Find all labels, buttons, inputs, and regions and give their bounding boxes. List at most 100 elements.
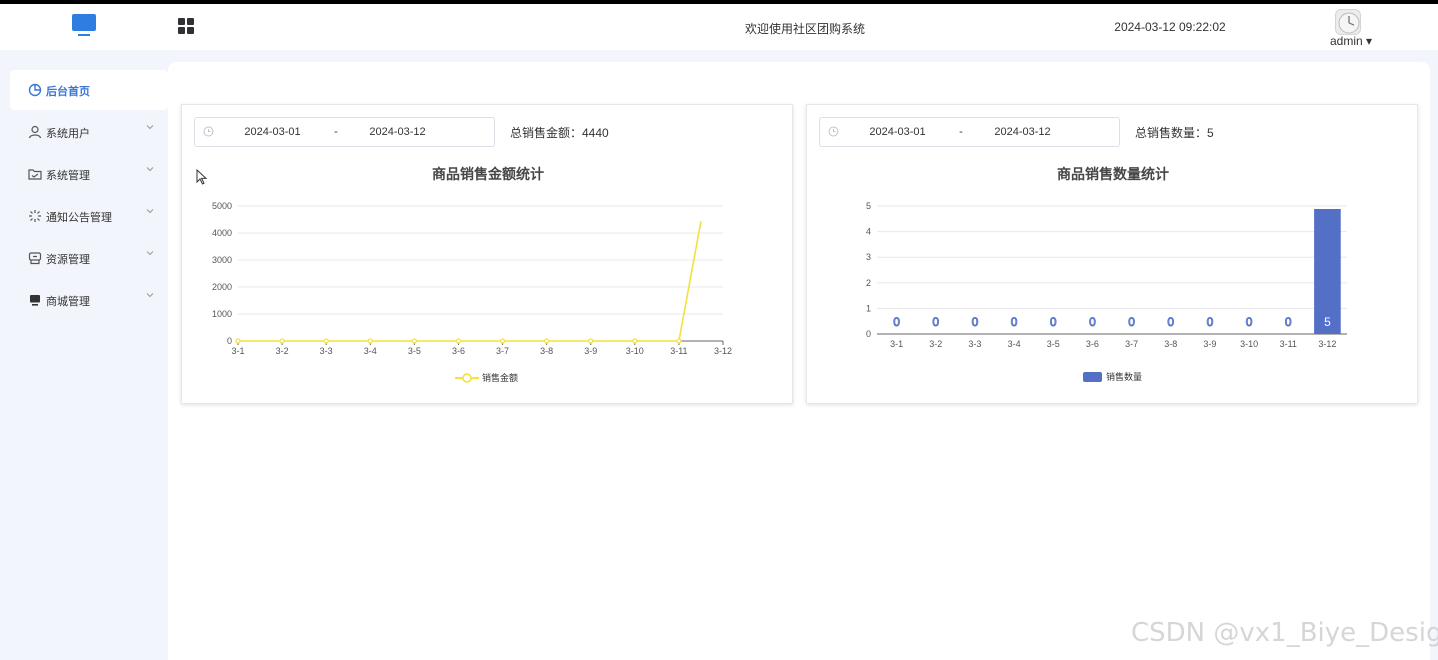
data-point — [279, 338, 285, 344]
x-tick-label: 3-8 — [540, 346, 553, 356]
bar-data-label: 0 — [1128, 315, 1135, 329]
x-tick-label: 3-12 — [1318, 339, 1336, 349]
sidebar-item-mall-management[interactable]: 商城管理 — [10, 280, 168, 320]
data-point — [632, 338, 638, 344]
x-tick-label: 3-6 — [452, 346, 465, 356]
user-icon — [28, 125, 42, 139]
x-tick-label: 3-5 — [408, 346, 421, 356]
monitor-icon — [30, 295, 40, 306]
chevron-down-icon — [146, 125, 154, 130]
y-tick-label: 5 — [866, 201, 871, 211]
y-tick-label: 2000 — [212, 282, 232, 292]
sidebar-item-label: 后台首页 — [46, 86, 90, 98]
x-tick-label: 3-5 — [1047, 339, 1060, 349]
data-point — [367, 338, 373, 344]
chevron-down-icon — [146, 251, 154, 256]
x-tick-label: 3-10 — [626, 346, 644, 356]
sidebar-item-label: 商城管理 — [46, 296, 90, 308]
box-icon — [28, 252, 42, 265]
sidebar-item-notice-management[interactable]: 通知公告管理 — [10, 196, 168, 236]
sidebar-item-label: 通知公告管理 — [46, 212, 112, 224]
y-tick-label: 4000 — [212, 228, 232, 238]
data-point — [411, 338, 417, 344]
x-tick-label: 3-3 — [320, 346, 333, 356]
y-tick-label: 5000 — [212, 201, 232, 211]
bar-data-label: 5 — [1324, 315, 1331, 329]
y-tick-label: 1000 — [212, 309, 232, 319]
x-tick-label: 3-10 — [1240, 339, 1258, 349]
sidebar-item-home[interactable]: 后台首页 — [10, 70, 168, 110]
data-point — [499, 338, 506, 344]
pie-chart-icon — [28, 83, 42, 97]
x-tick-label: 3-2 — [929, 339, 942, 349]
sun-icon — [29, 210, 41, 222]
x-tick-label: 3-8 — [1164, 339, 1177, 349]
sidebar-item-label: 系统用户 — [46, 128, 90, 140]
x-tick-label: 3-4 — [1008, 339, 1021, 349]
x-tick-label: 3-2 — [276, 346, 289, 356]
sidebar-item-label: 资源管理 — [46, 254, 90, 266]
x-tick-label: 3-9 — [1203, 339, 1216, 349]
sales-quantity-chart: 0123453-103-203-303-403-503-603-703-803-… — [866, 201, 1347, 382]
bar-data-label: 0 — [1285, 315, 1292, 329]
sidebar-item-system-management[interactable]: 系统管理 — [10, 154, 168, 194]
x-tick-label: 3-4 — [364, 346, 377, 356]
chevron-down-icon — [146, 209, 154, 214]
legend-swatch — [1083, 372, 1102, 382]
sales-quantity-card: 2024-03-01 - 2024-03-12 总销售数量：5 商品销售数量统计… — [806, 104, 1418, 404]
bar-data-label: 0 — [1050, 315, 1057, 329]
x-tick-label: 3-6 — [1086, 339, 1099, 349]
y-tick-label: 4 — [866, 227, 871, 237]
sidebar-item-label: 系统管理 — [46, 170, 90, 182]
series-line — [238, 220, 702, 342]
legend-marker — [462, 373, 472, 383]
data-point — [588, 338, 594, 344]
folder-icon — [28, 169, 42, 180]
sidebar: 后台首页 系统用户 系统管理 通知公告管理 资源管理 商城管理 — [0, 50, 168, 660]
watermark: CSDN @vx1_Biye_Design — [1131, 618, 1438, 648]
y-tick-label: 2 — [866, 278, 871, 288]
sales-amount-card: 2024-03-01 - 2024-03-12 总销售金额：4440 商品销售金… — [181, 104, 793, 404]
legend-label: 销售数量 — [1106, 371, 1142, 382]
data-point — [676, 338, 682, 344]
x-tick-label: 3-12 — [714, 346, 732, 356]
current-datetime: 2024-03-12 09:22:02 — [1114, 20, 1226, 34]
chevron-down-icon — [146, 293, 154, 298]
bar-data-label: 0 — [1207, 315, 1214, 329]
x-tick-label: 3-7 — [496, 346, 509, 356]
sales-amount-chart: 0 1000 2000 3000 4000 5000 3-1 3-2 3-3 3-4 3-5 3-6 3… — [212, 201, 732, 383]
bar-data-label: 0 — [1246, 315, 1253, 329]
bar-data-label: 0 — [1089, 315, 1096, 329]
x-tick-label: 3-1 — [890, 339, 903, 349]
y-tick-label: 3000 — [212, 255, 232, 265]
user-dropdown[interactable]: admin ▾ — [1326, 34, 1376, 48]
bar-data-label: 0 — [1011, 315, 1018, 329]
x-tick-label: 3-3 — [968, 339, 981, 349]
bar-data-label: 0 — [893, 315, 900, 329]
avatar[interactable] — [1335, 9, 1361, 35]
x-tick-label: 3-7 — [1125, 339, 1138, 349]
x-tick-label: 3-11 — [1280, 339, 1297, 349]
bar-data-label: 0 — [932, 315, 939, 329]
bar-data-label: 0 — [1167, 315, 1174, 329]
sidebar-item-system-users[interactable]: 系统用户 — [10, 112, 168, 152]
monitor-logo-icon — [72, 14, 96, 40]
menu-toggle-grid-icon[interactable] — [178, 18, 195, 35]
x-tick-label: 3-1 — [231, 346, 244, 356]
x-tick-label: 3-11 — [670, 346, 687, 356]
y-tick-label: 1 — [866, 303, 871, 313]
x-tick-label: 3-9 — [584, 346, 597, 356]
data-point — [544, 338, 550, 344]
data-point — [235, 338, 241, 344]
chevron-down-icon — [146, 167, 154, 172]
y-tick-label: 0 — [866, 329, 871, 339]
data-point — [323, 338, 329, 344]
header: 欢迎使用社区团购系统 2024-03-12 09:22:02 admin ▾ — [0, 4, 1438, 50]
sidebar-item-resource-management[interactable]: 资源管理 — [10, 238, 168, 278]
data-point — [455, 338, 462, 344]
y-tick-label: 3 — [866, 252, 871, 262]
y-tick-label: 0 — [227, 336, 232, 346]
bar-data-label: 0 — [972, 315, 979, 329]
legend-label: 销售金额 — [482, 372, 518, 383]
welcome-title: 欢迎使用社区团购系统 — [744, 22, 865, 36]
